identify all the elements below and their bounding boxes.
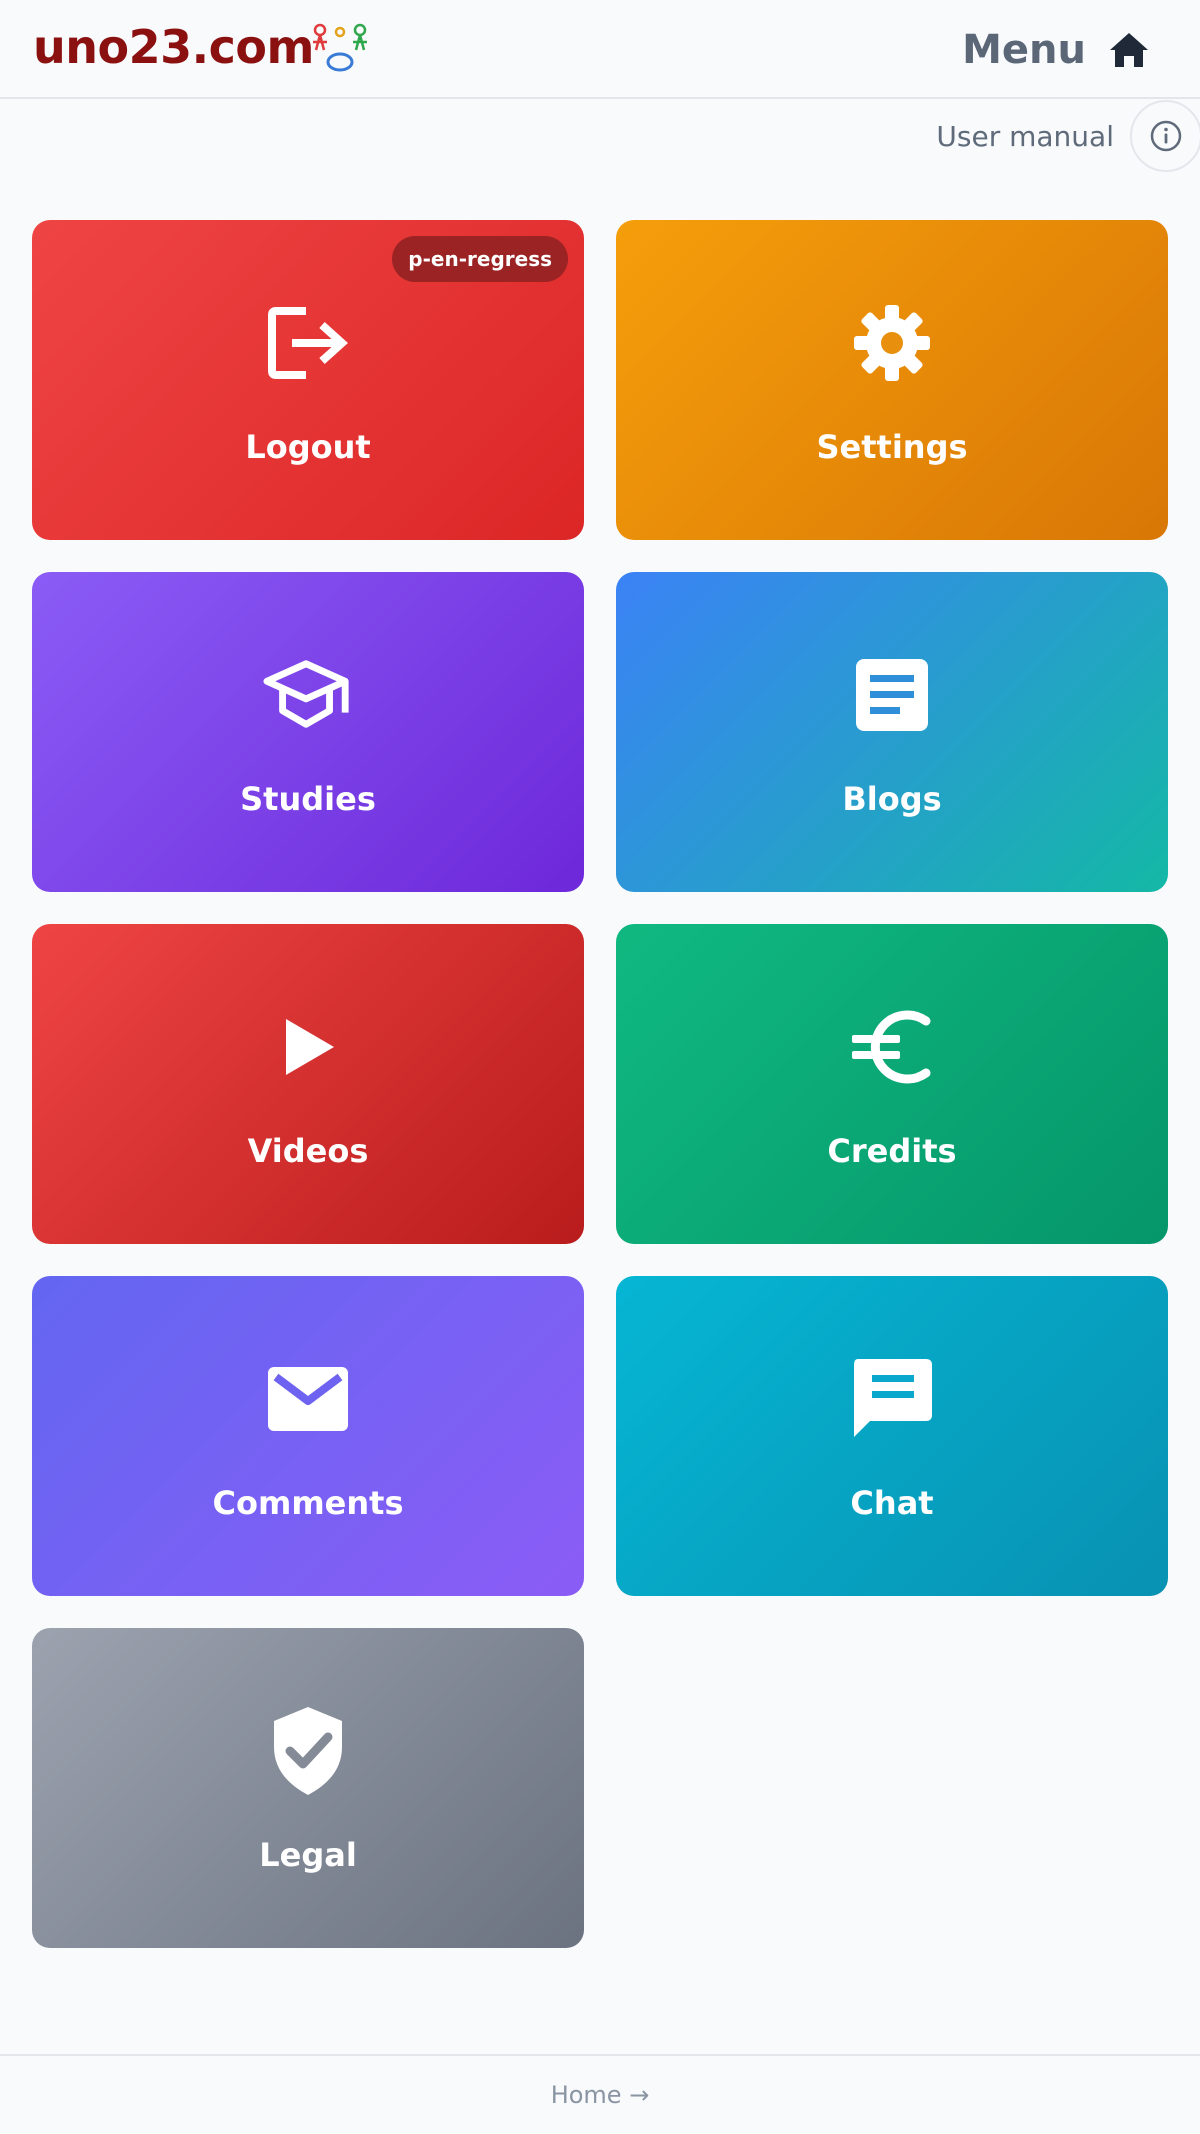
tile-label: Videos (247, 1132, 369, 1170)
tile-label: Studies (240, 780, 376, 818)
comments-tile[interactable]: Comments (32, 1276, 584, 1596)
tile-label: Comments (212, 1484, 404, 1522)
home-link[interactable]: Home → (551, 2081, 650, 2109)
user-manual-row: User manual (936, 100, 1200, 172)
home-icon (1110, 33, 1148, 67)
logout-tile[interactable]: p-en-regress Logout (32, 220, 584, 540)
info-icon (1150, 120, 1182, 152)
legal-tile[interactable]: Legal (32, 1628, 584, 1948)
settings-tile[interactable]: Settings (616, 220, 1168, 540)
chat-tile[interactable]: Chat (616, 1276, 1168, 1596)
menu-button[interactable]: Menu (962, 22, 1150, 78)
logout-icon (263, 298, 353, 388)
menu-label: Menu (962, 27, 1086, 73)
top-bar: uno23.com Menu (0, 0, 1200, 99)
footer: Home → (0, 2054, 1200, 2134)
brand-name[interactable]: uno23.com (33, 20, 314, 74)
info-button[interactable] (1130, 100, 1200, 172)
tile-label: Logout (245, 428, 371, 466)
tile-label: Blogs (842, 780, 942, 818)
uno23-figures-logo[interactable] (310, 22, 370, 74)
mail-icon (263, 1354, 353, 1444)
gear-icon (847, 298, 937, 388)
play-icon (263, 1002, 353, 1092)
chat-icon (847, 1354, 937, 1444)
tile-label: Credits (827, 1132, 957, 1170)
blogs-tile[interactable]: Blogs (616, 572, 1168, 892)
videos-tile[interactable]: Videos (32, 924, 584, 1244)
studies-tile[interactable]: Studies (32, 572, 584, 892)
graduation-cap-icon (263, 650, 353, 740)
document-icon (847, 650, 937, 740)
euro-icon (847, 1002, 937, 1092)
user-badge: p-en-regress (392, 236, 568, 282)
tile-label: Legal (259, 1836, 357, 1874)
tile-label: Chat (850, 1484, 934, 1522)
tile-label: Settings (816, 428, 968, 466)
user-manual-link[interactable]: User manual (936, 120, 1114, 153)
shield-check-icon (263, 1706, 353, 1796)
credits-tile[interactable]: Credits (616, 924, 1168, 1244)
